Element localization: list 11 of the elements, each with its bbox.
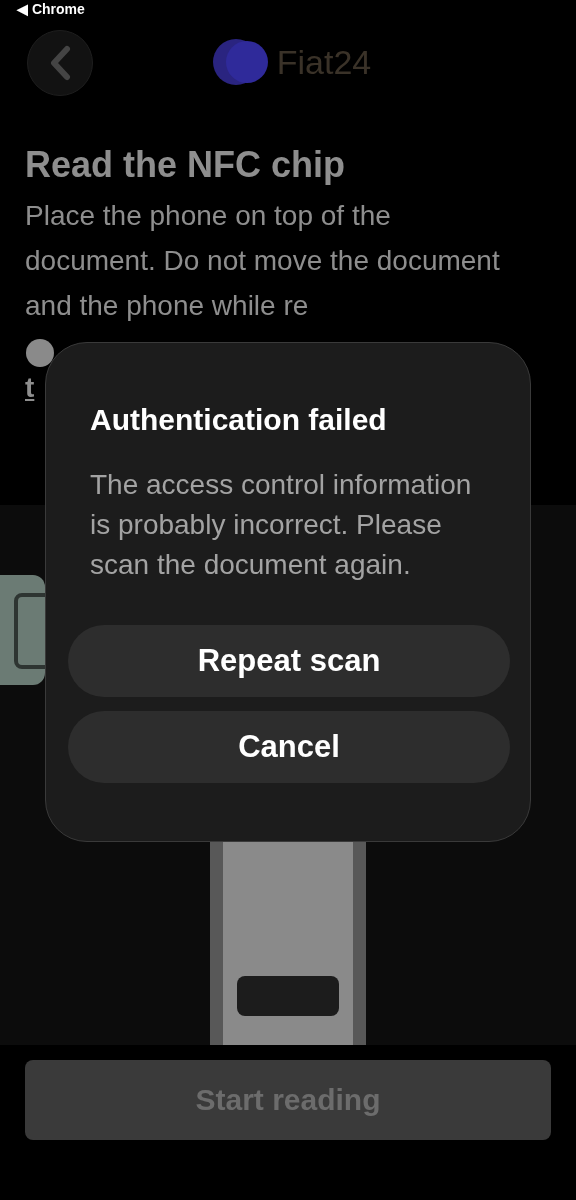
instructions-text: Place the phone on top of the document. Do not move the document and the phone while re <box>25 199 501 323</box>
repeat-scan-button[interactable]: Repeat scan <box>68 625 510 697</box>
help-icon <box>25 338 55 368</box>
cancel-button[interactable]: Cancel <box>68 711 510 783</box>
page-title: Read the NFC chip <box>25 143 347 187</box>
help-link[interactable]: t <box>25 372 45 404</box>
dialog-title: Authentication failed <box>89 403 388 437</box>
chevron-left-icon <box>48 45 72 81</box>
brand-name: Fiat24 <box>276 42 372 82</box>
dialog-message: The access control information is probably incorrect. Please scan the document again. <box>89 468 473 582</box>
back-to-app-label[interactable]: ◀ Chrome <box>17 0 85 17</box>
